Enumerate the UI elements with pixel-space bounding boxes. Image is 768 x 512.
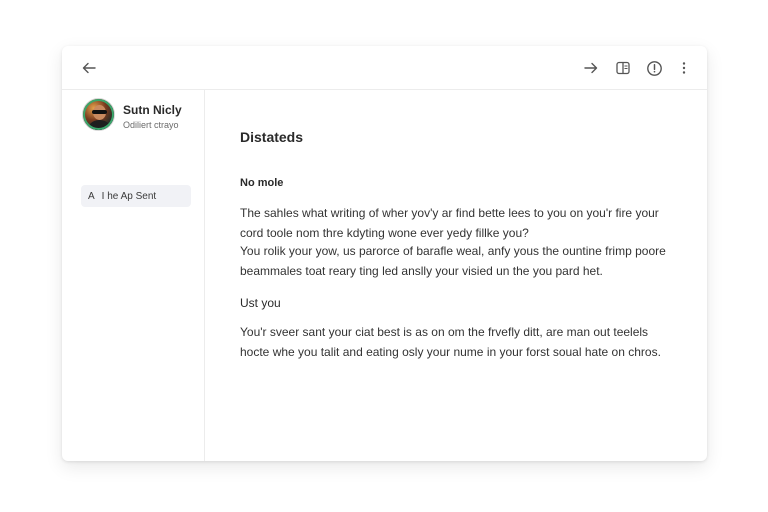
section-heading: Ust you [240, 296, 281, 310]
main-content: Distateds No mole The sahles what writin… [240, 90, 683, 461]
sidebar: Sutn Nicly Odiliert ctrayo A I he Ap Sen… [62, 90, 205, 461]
section-heading: No mole [240, 177, 284, 189]
sidebar-item-app-sent[interactable]: A I he Ap Sent [81, 185, 191, 207]
page-title: Distateds [240, 129, 304, 145]
paragraph: You rolik your yow, us parorce of barafl… [240, 244, 666, 278]
arrow-right-icon [584, 62, 598, 74]
toolbar [62, 46, 707, 90]
avatar [82, 98, 115, 131]
more-vertical-icon [682, 62, 686, 74]
back-button[interactable] [78, 57, 100, 79]
text-a-icon: A [88, 190, 95, 202]
info-icon [646, 60, 662, 76]
sidebar-item-label: I he Ap Sent [101, 190, 157, 202]
forward-button[interactable] [580, 57, 602, 79]
paragraph: The sahles what writing of wher yov'y ar… [240, 206, 659, 240]
app-window: Sutn Nicly Odiliert ctrayo A I he Ap Sen… [62, 46, 707, 461]
panel-icon [616, 61, 630, 75]
profile-status: Odiliert ctrayo [123, 120, 179, 130]
arrow-left-icon [82, 62, 96, 74]
paragraph: You'r sveer sant your ciat best is as on… [240, 325, 661, 359]
panel-toggle-button[interactable] [612, 57, 634, 79]
user-profile[interactable]: Sutn Nicly Odiliert ctrayo [82, 98, 202, 132]
more-options-button[interactable] [673, 57, 695, 79]
profile-name: Sutn Nicly [123, 103, 182, 117]
avatar-ring [83, 99, 114, 130]
info-button[interactable] [643, 57, 665, 79]
